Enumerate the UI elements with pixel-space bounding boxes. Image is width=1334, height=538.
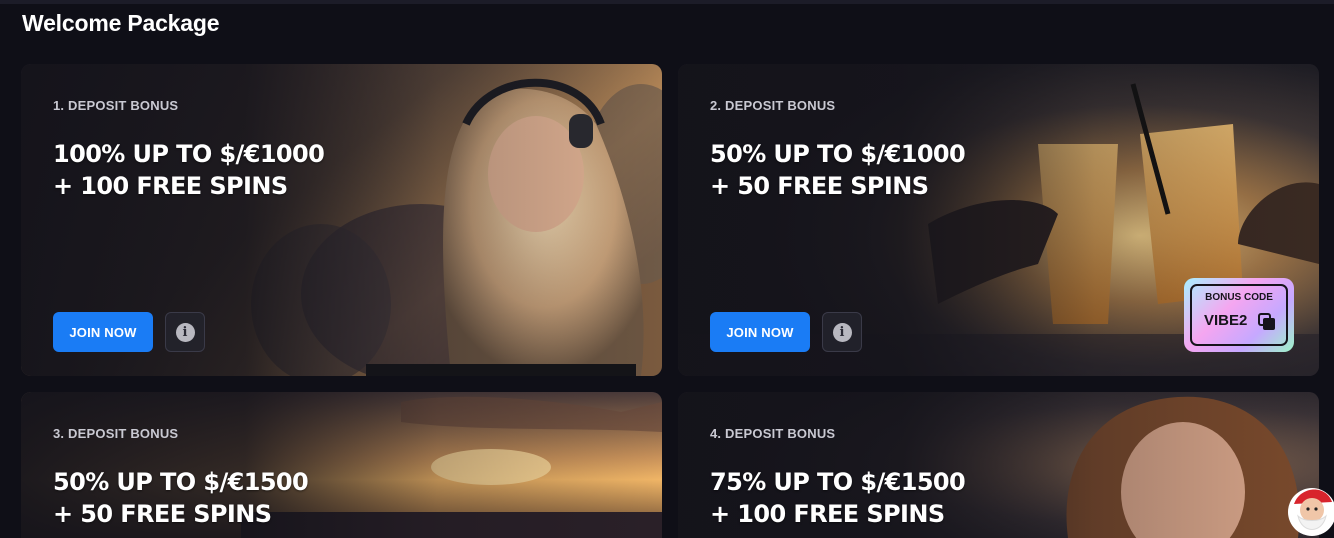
bonus-code-badge[interactable]: BONUS CODE VIBE2: [1184, 278, 1294, 352]
card-4-label: 4. DEPOSIT BONUS: [710, 426, 836, 441]
deposit-bonus-card-4[interactable]: 4. DEPOSIT BONUS 75% UP TO $/€1500 + 100…: [678, 392, 1319, 538]
card-4-headline-line1: 75% UP TO $/€1500: [710, 468, 966, 496]
card-4-headline-line2: + 100 FREE SPINS: [710, 500, 945, 528]
bonus-code-label: BONUS CODE: [1205, 292, 1273, 303]
info-button-2[interactable]: i: [822, 312, 862, 352]
info-icon: i: [175, 322, 195, 342]
join-now-button-2[interactable]: JOIN NOW: [710, 312, 810, 352]
card-3-headline: 50% UP TO $/€1500 + 50 FREE SPINS: [53, 466, 309, 530]
card-1-label: 1. DEPOSIT BONUS: [53, 98, 179, 113]
card-1-headline-line1: 100% UP TO $/€1000: [53, 140, 325, 168]
info-icon: i: [832, 322, 852, 342]
card-1-headline: 100% UP TO $/€1000 + 100 FREE SPINS: [53, 138, 325, 202]
section-title: Welcome Package: [22, 10, 220, 36]
card-1-headline-line2: + 100 FREE SPINS: [53, 172, 288, 200]
card-3-headline-line1: 50% UP TO $/€1500: [53, 468, 309, 496]
card-2-headline-line1: 50% UP TO $/€1000: [710, 140, 966, 168]
santa-chat-icon[interactable]: [1286, 482, 1334, 538]
card-2-headline-line2: + 50 FREE SPINS: [710, 172, 929, 200]
bonus-code-value: VIBE2: [1204, 312, 1248, 329]
copy-icon[interactable]: [1258, 313, 1276, 331]
deposit-bonus-card-1[interactable]: 1. DEPOSIT BONUS 100% UP TO $/€1000 + 10…: [21, 64, 662, 376]
card-2-label: 2. DEPOSIT BONUS: [710, 98, 836, 113]
card-3-label: 3. DEPOSIT BONUS: [53, 426, 179, 441]
info-button-1[interactable]: i: [165, 312, 205, 352]
deposit-bonus-card-3[interactable]: 3. DEPOSIT BONUS 50% UP TO $/€1500 + 50 …: [21, 392, 662, 538]
join-now-button-1[interactable]: JOIN NOW: [53, 312, 153, 352]
top-divider: [0, 0, 1334, 4]
card-4-headline: 75% UP TO $/€1500 + 100 FREE SPINS: [710, 466, 966, 530]
card-2-headline: 50% UP TO $/€1000 + 50 FREE SPINS: [710, 138, 966, 202]
deposit-bonus-card-2[interactable]: 2. DEPOSIT BONUS 50% UP TO $/€1000 + 50 …: [678, 64, 1319, 376]
card-3-headline-line2: + 50 FREE SPINS: [53, 500, 272, 528]
